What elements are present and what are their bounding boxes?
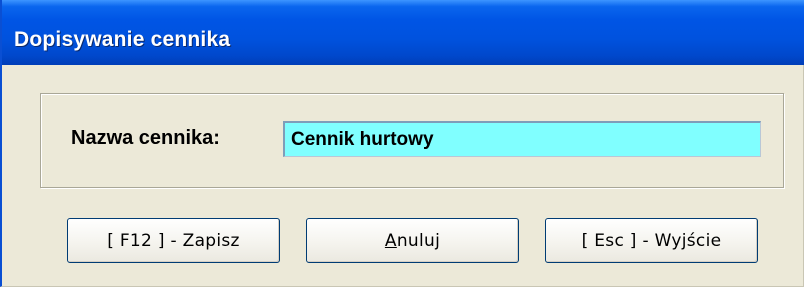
exit-button[interactable]: [ Esc ] - Wyjście (545, 218, 758, 263)
dialog-window: Dopisywanie cennika Nazwa cennika: [ F12… (0, 0, 804, 287)
price-list-name-label: Nazwa cennika: (71, 127, 220, 149)
save-button-label: [ F12 ] - Zapisz (107, 230, 240, 251)
price-list-name-input[interactable] (283, 121, 761, 157)
window-title: Dopisywanie cennika (14, 28, 231, 51)
title-bar[interactable]: Dopisywanie cennika (2, 0, 804, 65)
exit-button-label: [ Esc ] - Wyjście (581, 230, 722, 251)
save-button[interactable]: [ F12 ] - Zapisz (67, 218, 280, 263)
cancel-button-label: Anuluj (384, 230, 441, 251)
cancel-button[interactable]: Anuluj (306, 218, 519, 263)
